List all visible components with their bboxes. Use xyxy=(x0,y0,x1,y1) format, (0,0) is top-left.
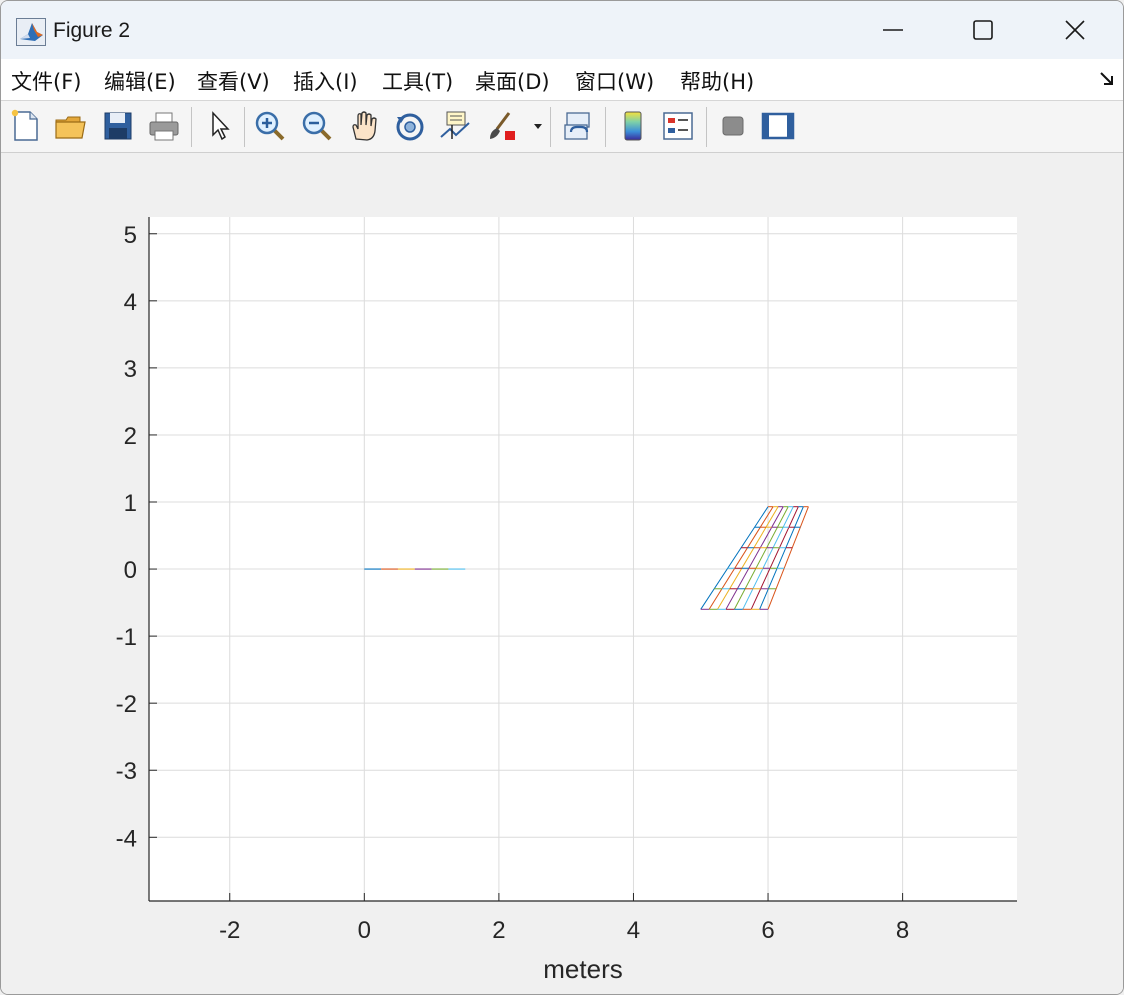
title-bar[interactable]: Figure 2 xyxy=(1,1,1123,59)
x-tick-label: 4 xyxy=(627,917,640,944)
open-file-icon xyxy=(55,116,86,139)
menu-file[interactable]: 文件(F) xyxy=(11,66,81,96)
menu-tools[interactable]: 工具(T) xyxy=(382,66,453,96)
colorbar-icon xyxy=(624,111,642,141)
menu-edit[interactable]: 编辑(E) xyxy=(104,66,176,96)
matlab-icon xyxy=(16,18,46,46)
x-tick-label: 8 xyxy=(896,917,909,944)
chevron-down-icon xyxy=(534,124,542,129)
zoom-out-icon xyxy=(302,111,332,141)
link-plot-icon xyxy=(564,112,590,140)
zoom-in-button[interactable] xyxy=(253,109,287,143)
x-tick-label: -2 xyxy=(219,917,240,944)
plot-canvas[interactable]: -2 0 2 4 6 8 5 4 3 2 1 0 -1 -2 -3 -4 meters xyxy=(1,153,1123,994)
brush-button[interactable] xyxy=(485,109,519,143)
rotate-3d-icon xyxy=(396,113,424,141)
save-button[interactable] xyxy=(101,109,135,143)
zoom-out-button[interactable] xyxy=(300,109,334,143)
figure-window: Figure 2 文件(F) 编辑(E) 查看(V) 插入(I) 工具(T) 桌… xyxy=(0,0,1124,995)
dock-arrow-icon[interactable] xyxy=(1099,71,1115,87)
toolbar-separator xyxy=(706,107,707,147)
zoom-in-icon xyxy=(255,111,285,141)
new-figure-button[interactable] xyxy=(9,109,43,143)
insert-legend-button[interactable] xyxy=(661,109,695,143)
y-tick-label: 4 xyxy=(124,289,137,316)
toolbar-separator xyxy=(550,107,551,147)
pan-button[interactable] xyxy=(347,109,381,143)
brush-dropdown-button[interactable] xyxy=(531,109,545,143)
window-title: Figure 2 xyxy=(53,19,131,42)
menu-window[interactable]: 窗口(W) xyxy=(575,66,654,96)
y-tick-label: -2 xyxy=(116,691,137,718)
x-tick-label: 2 xyxy=(492,917,505,944)
minimize-button[interactable] xyxy=(847,1,939,59)
link-plot-button[interactable] xyxy=(561,109,595,143)
edit-plot-button[interactable] xyxy=(203,109,237,143)
data-cursor-icon xyxy=(440,111,470,139)
toolbar-separator xyxy=(244,107,245,147)
minimize-icon xyxy=(883,29,903,31)
x-axis-label: meters xyxy=(543,954,622,984)
y-tick-label: 5 xyxy=(124,222,137,249)
insert-colorbar-button[interactable] xyxy=(616,109,650,143)
brush-icon xyxy=(490,112,515,140)
show-plot-tools-icon xyxy=(761,112,795,140)
open-file-button[interactable] xyxy=(54,109,88,143)
close-button[interactable] xyxy=(1029,1,1121,59)
y-tick-label: -4 xyxy=(116,825,137,852)
edit-plot-pointer-icon xyxy=(212,111,230,141)
rotate-3d-button[interactable] xyxy=(393,109,427,143)
toolbar-separator xyxy=(191,107,192,147)
pan-hand-icon xyxy=(352,111,377,141)
legend-icon xyxy=(663,112,693,140)
y-tick-label: 1 xyxy=(124,490,137,517)
toolbar-separator xyxy=(605,107,606,147)
figure-canvas[interactable]: -2 0 2 4 6 8 5 4 3 2 1 0 -1 -2 -3 -4 meters xyxy=(1,153,1123,994)
new-figure-icon xyxy=(11,109,38,141)
y-tick-label: -3 xyxy=(116,758,137,785)
maximize-button[interactable] xyxy=(937,1,1029,59)
y-tick-label: 3 xyxy=(124,356,137,383)
print-icon xyxy=(149,112,179,141)
menu-desktop[interactable]: 桌面(D) xyxy=(475,66,550,96)
save-icon xyxy=(104,112,132,140)
close-icon xyxy=(1065,20,1085,40)
menu-bar: 文件(F) 编辑(E) 查看(V) 插入(I) 工具(T) 桌面(D) 窗口(W… xyxy=(1,59,1123,101)
y-tick-label: -1 xyxy=(116,624,137,651)
x-tick-label: 0 xyxy=(358,917,371,944)
menu-view[interactable]: 查看(V) xyxy=(197,66,270,96)
data-cursor-button[interactable] xyxy=(438,109,472,143)
maximize-icon xyxy=(973,20,993,40)
hide-plot-tools-icon xyxy=(722,116,744,136)
menu-help[interactable]: 帮助(H) xyxy=(680,66,754,96)
y-tick-label: 2 xyxy=(124,423,137,450)
x-tick-label: 6 xyxy=(761,917,774,944)
figure-toolbar xyxy=(1,101,1123,153)
hide-plot-tools-button[interactable] xyxy=(716,109,750,143)
show-plot-tools-button[interactable] xyxy=(761,109,795,143)
y-tick-label: 0 xyxy=(124,557,137,584)
axes-background xyxy=(149,217,1017,901)
menu-insert[interactable]: 插入(I) xyxy=(293,66,358,96)
print-button[interactable] xyxy=(147,109,181,143)
